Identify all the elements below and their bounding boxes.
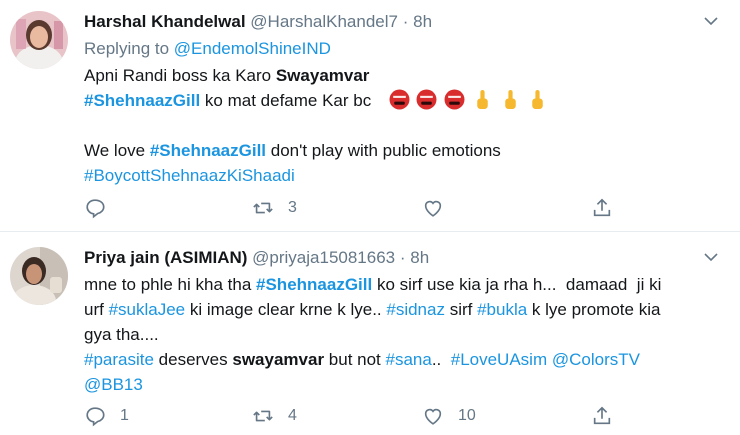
chevron-down-icon[interactable] xyxy=(704,14,718,28)
separator-dot: · xyxy=(402,12,409,31)
text-line: @BB13 xyxy=(84,372,724,397)
replying-to-handle[interactable]: @EndemolShineIND xyxy=(174,39,331,58)
tweet-text: mne to phle hi kha tha #ShehnaazGill ko … xyxy=(84,272,724,397)
text-line: urf #suklaJee ki image clear krne k lye.… xyxy=(84,297,724,322)
retweet-button[interactable]: 3 xyxy=(252,196,297,220)
text-line: #ShehnaazGill ko mat defame Kar bc xyxy=(84,88,714,113)
replying-to-label: Replying to xyxy=(84,39,170,58)
share-button[interactable] xyxy=(591,196,613,220)
bold-word: Swayamvar xyxy=(275,66,370,85)
retweet-icon xyxy=(253,410,273,422)
text-fragment: deserves xyxy=(153,350,233,369)
reply-icon xyxy=(86,199,105,219)
angry-face-icon xyxy=(389,89,410,110)
angry-face-icon xyxy=(444,89,465,110)
reply-button[interactable] xyxy=(84,196,120,220)
text-line: gya tha.... xyxy=(84,322,724,347)
mention-link[interactable]: @BB13 xyxy=(84,375,143,394)
hashtag-link[interactable]: #sidnaz xyxy=(386,300,445,319)
pointing-up-icon xyxy=(477,90,488,109)
text-fragment: ko mat defame Kar bc xyxy=(200,91,372,110)
hashtag-link[interactable]: #sana xyxy=(386,350,432,369)
text-fragment: k lye promote kia xyxy=(527,300,661,319)
tweet-header: Priya jain (ASIMIAN) @priyaja15081663 · … xyxy=(84,248,429,268)
text-fragment: gya tha.... xyxy=(84,325,159,344)
replying-to: Replying to @EndemolShineIND xyxy=(84,39,331,59)
text-fragment: don't play with public emotions xyxy=(266,141,501,160)
like-button[interactable]: 10 xyxy=(422,404,476,428)
bold-word: swayamvar xyxy=(232,350,325,369)
text-fragment: Apni Randi boss ka Karo xyxy=(84,66,276,85)
text-line: Apni Randi boss ka Karo Swayamvar xyxy=(84,63,714,88)
display-name[interactable]: Harshal Khandelwal xyxy=(84,12,246,31)
separator-dot: · xyxy=(399,248,406,267)
text-fragment: ki image clear krne k lye.. xyxy=(185,300,387,319)
hashtag-link[interactable]: #LoveUAsim xyxy=(451,350,547,369)
reply-button[interactable]: 1 xyxy=(84,404,129,428)
text-line: We love #ShehnaazGill don't play with pu… xyxy=(84,138,714,163)
share-button[interactable] xyxy=(591,404,613,428)
tweet[interactable]: Priya jain (ASIMIAN) @priyaja15081663 · … xyxy=(0,233,740,435)
hashtag-link[interactable]: #suklaJee xyxy=(109,300,186,319)
like-button[interactable] xyxy=(422,196,458,220)
text-line: #BoycottShehnaazKiShaadi xyxy=(84,163,714,188)
timestamp[interactable]: 8h xyxy=(413,12,432,31)
share-icon xyxy=(593,198,611,217)
retweet-icon xyxy=(253,202,273,214)
angry-face-icon xyxy=(416,89,437,110)
retweet-count: 3 xyxy=(288,199,297,216)
hashtag-link[interactable]: #ShehnaazGill xyxy=(84,91,200,110)
like-count: 10 xyxy=(458,407,476,424)
hashtag-link[interactable]: #bukla xyxy=(477,300,527,319)
text-line: #parasite deserves swayamvar but not #sa… xyxy=(84,347,724,372)
text-fragment: but not xyxy=(324,350,386,369)
retweet-button[interactable]: 4 xyxy=(252,404,297,428)
hashtag-link[interactable]: #ShehnaazGill xyxy=(256,275,372,294)
text-fragment: .. xyxy=(431,350,451,369)
timestamp[interactable]: 8h xyxy=(410,248,429,267)
user-handle[interactable]: @HarshalKhandel7 xyxy=(250,12,398,31)
display-name[interactable]: Priya jain (ASIMIAN) xyxy=(84,248,247,267)
heart-icon xyxy=(424,408,442,425)
tweet-text: Apni Randi boss ka Karo Swayamvar #Shehn… xyxy=(84,63,714,188)
share-icon xyxy=(593,406,611,425)
text-fragment: ko sirf use kia ja rha h... damaad ji ki xyxy=(372,275,662,294)
text-line: mne to phle hi kha tha #ShehnaazGill ko … xyxy=(84,272,724,297)
text-fragment: mne to phle hi kha tha xyxy=(84,275,257,294)
chevron-down-icon[interactable] xyxy=(704,250,718,264)
reply-count: 1 xyxy=(120,407,129,424)
user-handle[interactable]: @priyaja15081663 xyxy=(252,248,395,267)
pointing-up-icon xyxy=(504,90,516,109)
retweet-count: 4 xyxy=(288,407,297,424)
reply-icon xyxy=(86,407,105,427)
hashtag-link[interactable]: #parasite xyxy=(84,350,154,369)
text-fragment: urf xyxy=(84,300,109,319)
heart-icon xyxy=(424,200,442,217)
mention-link[interactable]: @ColorsTV xyxy=(552,350,640,369)
text-fragment: sirf xyxy=(444,300,478,319)
tweet-header: Harshal Khandelwal @HarshalKhandel7 · 8h xyxy=(84,12,432,32)
hashtag-link[interactable]: #BoycottShehnaazKiShaadi xyxy=(84,166,295,185)
avatar[interactable] xyxy=(10,11,68,69)
hashtag-link[interactable]: #ShehnaazGill xyxy=(150,141,266,160)
avatar[interactable] xyxy=(10,247,68,305)
text-fragment: We love xyxy=(84,141,150,160)
pointing-up-icon xyxy=(532,90,544,109)
tweet[interactable]: Harshal Khandelwal @HarshalKhandel7 · 8h… xyxy=(0,0,740,232)
